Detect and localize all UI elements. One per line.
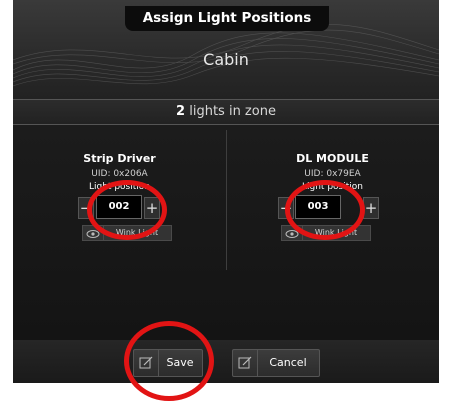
cancel-label: Cancel	[269, 356, 307, 369]
wink-light-label: Wink Light	[314, 228, 358, 237]
light-name: Strip Driver	[83, 152, 156, 165]
light-uid: UID: 0x206A	[91, 169, 148, 179]
edit-icon	[134, 350, 159, 376]
lights-count-bar: 2 lights in zone	[13, 99, 439, 125]
light-panels: Strip Driver UID: 0x206A Light position …	[13, 125, 439, 340]
assign-light-positions-screen: Assign Light Positions Cabin 2 lights in…	[13, 0, 439, 383]
lights-count-label: lights in zone	[189, 104, 276, 119]
page-title: Assign Light Positions	[125, 6, 329, 31]
zone-name: Cabin	[203, 50, 249, 69]
increment-button[interactable]: +	[144, 197, 160, 219]
lights-count: 2	[176, 104, 186, 119]
wink-light-label: Wink Light	[115, 228, 159, 237]
wink-light-button[interactable]: Wink Light	[82, 225, 172, 241]
cancel-button[interactable]: Cancel	[232, 349, 320, 377]
light-position-label: Light position	[302, 182, 363, 192]
light-position-label: Light position	[89, 182, 150, 192]
footer-toolbar: Save Cancel	[13, 340, 439, 383]
increment-button[interactable]: +	[363, 197, 379, 219]
light-card-strip-driver: Strip Driver UID: 0x206A Light position …	[13, 125, 226, 285]
header: Assign Light Positions Cabin	[13, 0, 439, 99]
save-label: Save	[166, 356, 194, 369]
wink-light-button[interactable]: Wink Light	[281, 225, 371, 241]
light-card-dl-module: DL MODULE UID: 0x79EA Light position − 0…	[226, 125, 439, 285]
eye-icon	[83, 226, 104, 240]
edit-icon	[233, 350, 258, 376]
decrement-button[interactable]: −	[278, 197, 294, 219]
light-uid: UID: 0x79EA	[304, 169, 361, 179]
light-position-value[interactable]: 003	[295, 195, 341, 219]
decrement-button[interactable]: −	[78, 197, 94, 219]
light-position-value[interactable]: 002	[96, 195, 142, 219]
save-button[interactable]: Save	[133, 349, 203, 377]
light-name: DL MODULE	[296, 152, 369, 165]
eye-icon	[282, 226, 303, 240]
